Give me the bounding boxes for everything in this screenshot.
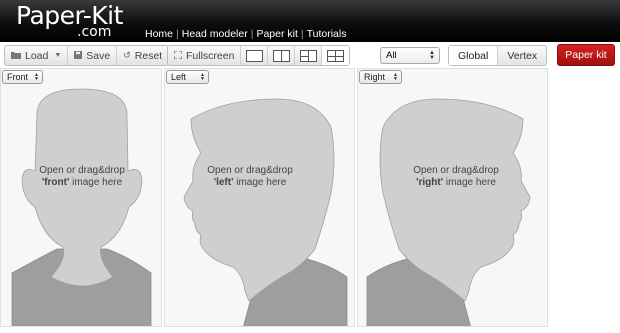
drop-hint-line: Open or drag&drop	[207, 165, 293, 176]
layout-two-columns-button[interactable]	[268, 46, 296, 65]
folder-icon	[11, 51, 21, 61]
save-icon	[74, 50, 83, 61]
load-button[interactable]: Load ▼	[5, 46, 69, 65]
front-view-select[interactable]: Front ▲ ▼	[2, 70, 43, 84]
left-view-select[interactable]: Left ▲ ▼	[166, 70, 209, 84]
drop-hint-rest: image here	[69, 177, 123, 188]
nav-separator: |	[250, 28, 254, 40]
layout-two-columns-icon	[272, 49, 290, 62]
load-label: Load	[25, 49, 49, 62]
left-view-panel[interactable]: Left ▲ ▼ Open or drag&drop 'left' image h…	[164, 68, 355, 327]
front-head-silhouette	[11, 88, 152, 326]
filter-select[interactable]: All ▲ ▼	[380, 47, 440, 64]
nav-home[interactable]: Home	[145, 28, 173, 40]
nav-separator: |	[176, 28, 179, 40]
nav-head-modeler[interactable]: Head modeler	[182, 28, 248, 40]
front-view-select-value: Front	[7, 72, 29, 82]
right-drop-hint: Open or drag&drop 'right' image here	[381, 165, 531, 189]
reset-label: Reset	[134, 49, 163, 62]
toolbar: Load ▼ Save ↺ Reset Fullscreen All ▲ ▼ G…	[0, 42, 620, 68]
select-arrows-icon: ▲ ▼	[200, 72, 205, 82]
left-view-select-value: Left	[171, 72, 187, 82]
right-view-panel[interactable]: Right ▲ ▼ Open or drag&drop 'right' image…	[357, 68, 548, 327]
paper-kit-button[interactable]: Paper kit	[557, 44, 615, 66]
view-button-group: Fullscreen	[167, 45, 351, 66]
top-header: Paper-Kit .com Home | Head modeler | Pap…	[0, 0, 620, 42]
drop-hint-line: Open or drag&drop	[413, 165, 499, 176]
nav-separator: |	[300, 28, 304, 40]
nav-tutorials[interactable]: Tutorials	[307, 28, 347, 40]
front-view-panel[interactable]: Front ▲ ▼ Open or drag&drop 'front' image…	[0, 68, 162, 327]
fullscreen-label: Fullscreen	[186, 49, 235, 62]
layout-four-panes-icon	[327, 49, 345, 62]
reset-button[interactable]: ↺ Reset	[117, 46, 168, 65]
layout-single-button[interactable]	[241, 46, 269, 65]
left-drop-hint: Open or drag&drop 'left' image here	[175, 165, 325, 189]
layout-single-icon	[245, 49, 263, 62]
main-nav: Home | Head modeler | Paper kit | Tutori…	[145, 28, 346, 40]
site-logo-domain: .com	[77, 24, 112, 40]
save-button[interactable]: Save	[68, 46, 118, 65]
fullscreen-button[interactable]: Fullscreen	[168, 46, 242, 65]
save-label: Save	[86, 49, 111, 62]
front-drop-hint: Open or drag&drop 'front' image here	[7, 165, 157, 189]
global-mode-button[interactable]: Global	[449, 46, 499, 65]
select-arrows-icon: ▲ ▼	[34, 72, 39, 82]
drop-hint-rest: image here	[233, 177, 287, 188]
drop-hint-line: Open or drag&drop	[39, 165, 125, 176]
drop-hint-rest: image here	[443, 177, 496, 188]
chevron-down-icon[interactable]: ▼	[54, 52, 61, 59]
layout-three-panes-button[interactable]	[295, 46, 323, 65]
file-button-group: Load ▼ Save ↺ Reset	[4, 45, 170, 66]
right-view-select-value: Right	[364, 72, 386, 82]
drop-hint-key: 'left'	[213, 177, 234, 188]
layout-three-panes-icon	[299, 49, 317, 62]
drop-hint-key: 'front'	[41, 177, 70, 188]
right-view-select[interactable]: Right ▲ ▼	[359, 70, 402, 84]
select-arrows-icon: ▲ ▼	[429, 49, 435, 61]
layout-four-panes-button[interactable]	[322, 46, 350, 65]
drop-hint-key: 'right'	[416, 177, 444, 188]
fullscreen-icon	[173, 49, 183, 61]
nav-paper-kit[interactable]: Paper kit	[256, 28, 297, 40]
right-head-silhouette	[366, 98, 531, 326]
vertex-mode-button[interactable]: Vertex	[498, 46, 546, 65]
left-head-silhouette	[183, 98, 348, 326]
reset-icon: ↺	[123, 50, 131, 60]
filter-select-value: All	[386, 50, 397, 61]
mode-toggle: Global Vertex	[448, 45, 548, 66]
select-arrows-icon: ▲ ▼	[393, 72, 398, 82]
